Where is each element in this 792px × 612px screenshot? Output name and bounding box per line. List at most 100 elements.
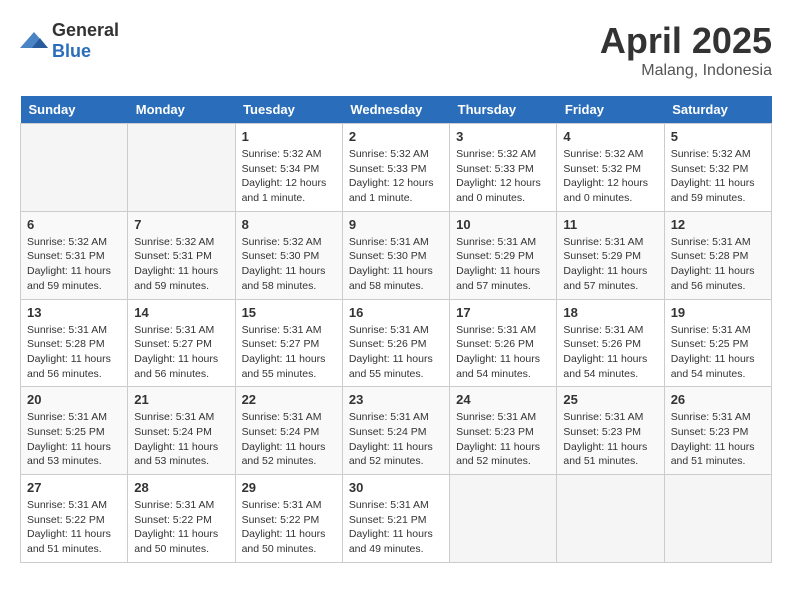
day-number: 12	[671, 217, 765, 232]
calendar-week-row: 20 Sunrise: 5:31 AMSunset: 5:25 PMDayligh…	[21, 387, 772, 475]
calendar-cell: 13 Sunrise: 5:31 AMSunset: 5:28 PMDayligh…	[21, 299, 128, 387]
header: General Blue April 2025 Malang, Indonesi…	[20, 20, 772, 80]
calendar-cell: 21 Sunrise: 5:31 AMSunset: 5:24 PMDayligh…	[128, 387, 235, 475]
day-number: 9	[349, 217, 443, 232]
title-area: April 2025 Malang, Indonesia	[600, 20, 772, 80]
calendar-cell: 27 Sunrise: 5:31 AMSunset: 5:22 PMDayligh…	[21, 475, 128, 563]
calendar-cell: 9 Sunrise: 5:31 AMSunset: 5:30 PMDaylight…	[342, 211, 449, 299]
calendar-cell: 5 Sunrise: 5:32 AMSunset: 5:32 PMDaylight…	[664, 124, 771, 212]
logo-text: General Blue	[52, 20, 119, 62]
day-number: 20	[27, 392, 121, 407]
day-number: 8	[242, 217, 336, 232]
calendar-cell: 25Sunrise: 5:31 AMSunset: 5:23 PMDayligh…	[557, 387, 664, 475]
logo-general: General	[52, 20, 119, 40]
calendar-cell: 11 Sunrise: 5:31 AMSunset: 5:29 PMDayligh…	[557, 211, 664, 299]
cell-info: Sunrise: 5:31 AMSunset: 5:25 PMDaylight:…	[671, 323, 765, 382]
calendar-cell	[664, 475, 771, 563]
calendar-week-row: 13 Sunrise: 5:31 AMSunset: 5:28 PMDayligh…	[21, 299, 772, 387]
cell-info: Sunrise: 5:31 AMSunset: 5:24 PMDaylight:…	[349, 410, 443, 469]
day-number: 4	[563, 129, 657, 144]
cell-info: Sunrise: 5:32 AMSunset: 5:30 PMDaylight:…	[242, 235, 336, 294]
day-number: 22	[242, 392, 336, 407]
cell-info: Sunrise: 5:31 AMSunset: 5:28 PMDaylight:…	[671, 235, 765, 294]
day-number: 21	[134, 392, 228, 407]
logo: General Blue	[20, 20, 119, 62]
calendar-cell: 17 Sunrise: 5:31 AMSunset: 5:26 PMDayligh…	[450, 299, 557, 387]
day-number: 24	[456, 392, 550, 407]
logo-blue: Blue	[52, 41, 91, 61]
calendar-table: SundayMondayTuesdayWednesdayThursdayFrid…	[20, 96, 772, 563]
cell-info: Sunrise: 5:32 AMSunset: 5:31 PMDaylight:…	[134, 235, 228, 294]
day-number: 11	[563, 217, 657, 232]
calendar-cell: 10 Sunrise: 5:31 AMSunset: 5:29 PMDayligh…	[450, 211, 557, 299]
day-number: 2	[349, 129, 443, 144]
cell-info: Sunrise: 5:31 AMSunset: 5:27 PMDaylight:…	[134, 323, 228, 382]
weekday-header-row: SundayMondayTuesdayWednesdayThursdayFrid…	[21, 96, 772, 124]
day-number: 16	[349, 305, 443, 320]
cell-info: Sunrise: 5:32 AMSunset: 5:34 PMDaylight:…	[242, 147, 336, 206]
cell-info: Sunrise: 5:31 AMSunset: 5:29 PMDaylight:…	[563, 235, 657, 294]
calendar-cell: 7 Sunrise: 5:32 AMSunset: 5:31 PMDaylight…	[128, 211, 235, 299]
day-number: 18	[563, 305, 657, 320]
day-number: 13	[27, 305, 121, 320]
day-number: 26	[671, 392, 765, 407]
calendar-week-row: 1 Sunrise: 5:32 AMSunset: 5:34 PMDaylight…	[21, 124, 772, 212]
day-number: 28	[134, 480, 228, 495]
calendar-cell: 23 Sunrise: 5:31 AMSunset: 5:24 PMDayligh…	[342, 387, 449, 475]
day-number: 3	[456, 129, 550, 144]
weekday-header-wednesday: Wednesday	[342, 96, 449, 124]
calendar-cell: 19 Sunrise: 5:31 AMSunset: 5:25 PMDayligh…	[664, 299, 771, 387]
calendar-cell: 8 Sunrise: 5:32 AMSunset: 5:30 PMDaylight…	[235, 211, 342, 299]
weekday-header-friday: Friday	[557, 96, 664, 124]
calendar-cell: 29Sunrise: 5:31 AMSunset: 5:22 PMDayligh…	[235, 475, 342, 563]
day-number: 17	[456, 305, 550, 320]
calendar-week-row: 27 Sunrise: 5:31 AMSunset: 5:22 PMDayligh…	[21, 475, 772, 563]
calendar-cell	[450, 475, 557, 563]
calendar-cell: 4Sunrise: 5:32 AMSunset: 5:32 PMDaylight…	[557, 124, 664, 212]
calendar-cell: 18 Sunrise: 5:31 AMSunset: 5:26 PMDayligh…	[557, 299, 664, 387]
day-number: 27	[27, 480, 121, 495]
day-number: 5	[671, 129, 765, 144]
cell-info: Sunrise: 5:31 AMSunset: 5:23 PMDaylight:…	[456, 410, 550, 469]
cell-info: Sunrise: 5:31 AMSunset: 5:22 PMDaylight:…	[27, 498, 121, 557]
calendar-cell	[21, 124, 128, 212]
day-number: 7	[134, 217, 228, 232]
weekday-header-tuesday: Tuesday	[235, 96, 342, 124]
location-title: Malang, Indonesia	[600, 62, 772, 80]
cell-info: Sunrise: 5:31 AMSunset: 5:22 PMDaylight:…	[242, 498, 336, 557]
day-number: 23	[349, 392, 443, 407]
cell-info: Sunrise: 5:31 AMSunset: 5:29 PMDaylight:…	[456, 235, 550, 294]
weekday-header-thursday: Thursday	[450, 96, 557, 124]
cell-info: Sunrise: 5:32 AMSunset: 5:33 PMDaylight:…	[456, 147, 550, 206]
cell-info: Sunrise: 5:32 AMSunset: 5:32 PMDaylight:…	[671, 147, 765, 206]
weekday-header-sunday: Sunday	[21, 96, 128, 124]
calendar-cell: 2Sunrise: 5:32 AMSunset: 5:33 PMDaylight…	[342, 124, 449, 212]
cell-info: Sunrise: 5:31 AMSunset: 5:26 PMDaylight:…	[563, 323, 657, 382]
day-number: 10	[456, 217, 550, 232]
cell-info: Sunrise: 5:31 AMSunset: 5:30 PMDaylight:…	[349, 235, 443, 294]
day-number: 30	[349, 480, 443, 495]
calendar-cell: 6Sunrise: 5:32 AMSunset: 5:31 PMDaylight…	[21, 211, 128, 299]
day-number: 1	[242, 129, 336, 144]
logo-icon	[20, 30, 48, 52]
calendar-cell: 20 Sunrise: 5:31 AMSunset: 5:25 PMDayligh…	[21, 387, 128, 475]
day-number: 19	[671, 305, 765, 320]
cell-info: Sunrise: 5:31 AMSunset: 5:26 PMDaylight:…	[456, 323, 550, 382]
cell-info: Sunrise: 5:31 AMSunset: 5:23 PMDaylight:…	[671, 410, 765, 469]
cell-info: Sunrise: 5:31 AMSunset: 5:28 PMDaylight:…	[27, 323, 121, 382]
calendar-cell: 26 Sunrise: 5:31 AMSunset: 5:23 PMDayligh…	[664, 387, 771, 475]
cell-info: Sunrise: 5:31 AMSunset: 5:21 PMDaylight:…	[349, 498, 443, 557]
calendar-cell: 24 Sunrise: 5:31 AMSunset: 5:23 PMDayligh…	[450, 387, 557, 475]
day-number: 25	[563, 392, 657, 407]
calendar-cell: 30 Sunrise: 5:31 AMSunset: 5:21 PMDayligh…	[342, 475, 449, 563]
calendar-cell: 12 Sunrise: 5:31 AMSunset: 5:28 PMDayligh…	[664, 211, 771, 299]
month-title: April 2025	[600, 20, 772, 62]
cell-info: Sunrise: 5:31 AMSunset: 5:22 PMDaylight:…	[134, 498, 228, 557]
calendar-week-row: 6Sunrise: 5:32 AMSunset: 5:31 PMDaylight…	[21, 211, 772, 299]
calendar-cell	[128, 124, 235, 212]
cell-info: Sunrise: 5:32 AMSunset: 5:31 PMDaylight:…	[27, 235, 121, 294]
cell-info: Sunrise: 5:31 AMSunset: 5:25 PMDaylight:…	[27, 410, 121, 469]
cell-info: Sunrise: 5:31 AMSunset: 5:24 PMDaylight:…	[134, 410, 228, 469]
weekday-header-saturday: Saturday	[664, 96, 771, 124]
cell-info: Sunrise: 5:31 AMSunset: 5:26 PMDaylight:…	[349, 323, 443, 382]
